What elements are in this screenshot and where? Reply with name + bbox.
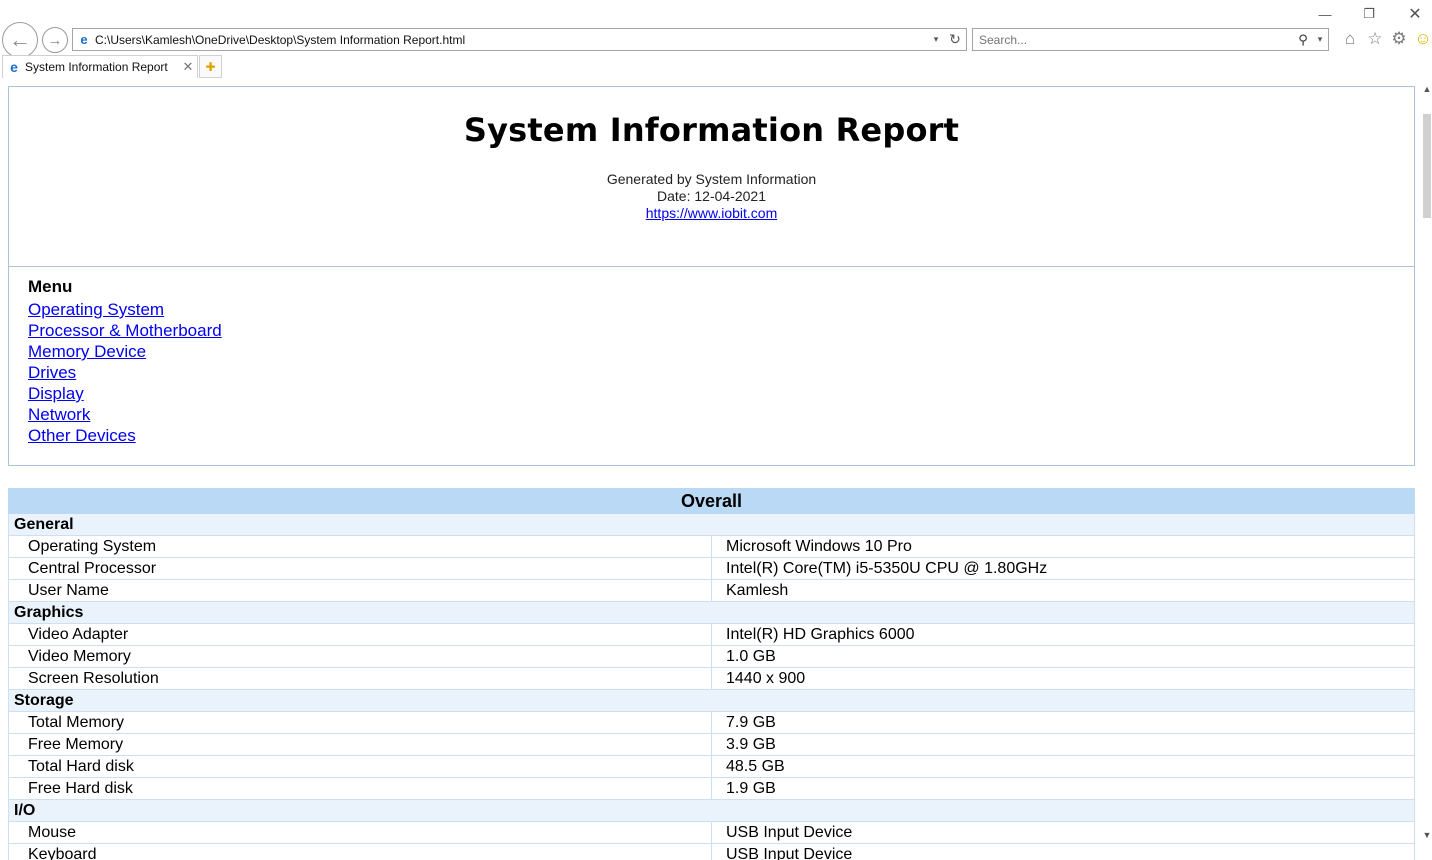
group-name: Storage [8,689,1415,712]
group-name: General [8,513,1415,536]
search-input[interactable] [973,32,1294,47]
group-name: Graphics [8,601,1415,624]
row-value: Kamlesh [711,579,1415,602]
menu-link-display[interactable]: Display [28,383,84,404]
row-value: Intel(R) Core(TM) i5-5350U CPU @ 1.80GHz [711,557,1415,580]
row-value: USB Input Device [711,821,1415,844]
group-row: Graphics [8,601,1415,624]
table-row: Screen Resolution 1440 x 900 [8,667,1415,690]
menu-link-memory-device[interactable]: Memory Device [28,341,146,362]
tab-title: System Information Report [25,60,168,74]
iobit-link[interactable]: https://www.iobit.com [646,205,778,221]
row-value: USB Input Device [711,843,1415,860]
overall-title: Overall [8,488,1415,514]
table-row: Free Memory 3.9 GB [8,733,1415,756]
page-title: System Information Report [463,111,960,149]
menu-link-network[interactable]: Network [28,404,90,425]
overall-header-row: Overall [8,488,1415,514]
row-label: Total Memory [8,711,712,734]
arrow-right-icon: → [47,31,63,49]
browser-chrome: — ❐ ✕ ← → e C:\Users\Kamlesh\OneDrive\De… [0,0,1432,78]
table-row: Central Processor Intel(R) Core(TM) i5-53… [8,557,1415,580]
forward-button[interactable]: → [42,27,68,53]
search-icon[interactable]: ⚲ [1294,32,1312,48]
row-label: Free Hard disk [8,777,712,800]
new-tab-icon: ✚ [205,59,216,74]
refresh-icon[interactable]: ↻ [944,31,966,48]
vertical-scrollbar[interactable]: ▲ ▼ [1422,78,1432,860]
row-value: Microsoft Windows 10 Pro [711,535,1415,558]
arrow-left-icon: ← [9,27,31,52]
table-row: Mouse USB Input Device [8,821,1415,844]
table-row: Total Hard disk 48.5 GB [8,755,1415,778]
row-value: 7.9 GB [711,711,1415,734]
report-header: System Information Report Generated by S… [8,86,1415,267]
menu-link-drives[interactable]: Drives [28,362,76,383]
report-meta: Generated by System Information Date: 12… [9,171,1414,222]
menu-link-other-devices[interactable]: Other Devices [28,425,136,446]
row-value: 1.9 GB [711,777,1415,800]
group-row: Storage [8,689,1415,712]
scroll-down-icon[interactable]: ▼ [1422,830,1432,842]
table-row: User Name Kamlesh [8,579,1415,602]
row-value: 1440 x 900 [711,667,1415,690]
row-value: 3.9 GB [711,733,1415,756]
report-menu: Menu Operating System Processor & Mother… [8,267,1415,466]
row-label: Total Hard disk [8,755,712,778]
tab-close-icon[interactable]: ✕ [179,59,197,75]
search-chevron-down-icon[interactable]: ▾ [1312,34,1328,45]
table-row: Operating System Microsoft Windows 10 Pro [8,535,1415,558]
minimize-button[interactable]: — [1310,4,1340,24]
smiley-feedback-icon[interactable]: ☺ [1412,28,1432,50]
tab-system-information-report[interactable]: e System Information Report ✕ [2,55,198,78]
table-row: Video Memory 1.0 GB [8,645,1415,668]
favorites-star-icon[interactable]: ☆ [1364,28,1386,50]
close-window-button[interactable]: ✕ [1400,4,1430,24]
new-tab-button[interactable]: ✚ [199,55,222,78]
table-row: Free Hard disk 1.9 GB [8,777,1415,800]
scroll-up-icon[interactable]: ▲ [1422,84,1432,96]
gear-icon[interactable]: ⚙ [1388,28,1410,50]
row-label: Screen Resolution [8,667,712,690]
row-label: Video Memory [8,645,712,668]
row-label: Keyboard [8,843,712,860]
report-date: Date: 12-04-2021 [657,188,766,204]
row-label: Operating System [8,535,712,558]
row-value: Intel(R) HD Graphics 6000 [711,623,1415,646]
scroll-thumb[interactable] [1423,114,1431,218]
overall-table: Overall General Operating System Microsof… [8,488,1415,860]
table-row: Keyboard USB Input Device [8,843,1415,860]
group-name: I/O [8,799,1415,822]
row-label: Mouse [8,821,712,844]
generated-by-text: Generated by System Information [606,171,817,187]
table-row: Total Memory 7.9 GB [8,711,1415,734]
ie-tab-icon: e [10,59,18,75]
row-label: Video Adapter [8,623,712,646]
menu-title: Menu [28,277,73,296]
home-icon[interactable]: ⌂ [1339,28,1361,50]
restore-button[interactable]: ❐ [1354,4,1384,24]
row-value: 1.0 GB [711,645,1415,668]
row-label: User Name [8,579,712,602]
search-box[interactable]: ⚲ ▾ [972,28,1329,51]
table-row: Video Adapter Intel(R) HD Graphics 6000 [8,623,1415,646]
address-text[interactable]: C:\Users\Kamlesh\OneDrive\Desktop\System… [95,33,928,47]
group-row: I/O [8,799,1415,822]
address-bar[interactable]: e C:\Users\Kamlesh\OneDrive\Desktop\Syst… [72,28,967,51]
chevron-down-icon[interactable]: ▾ [928,34,944,45]
menu-link-operating-system[interactable]: Operating System [28,299,164,320]
ie-page-icon: e [80,32,88,47]
row-label: Central Processor [8,557,712,580]
page-viewport: System Information Report Generated by S… [0,78,1422,860]
group-row: General [8,513,1415,536]
report-content: System Information Report Generated by S… [8,86,1415,860]
menu-link-processor-motherboard[interactable]: Processor & Motherboard [28,320,222,341]
row-value: 48.5 GB [711,755,1415,778]
back-button[interactable]: ← [2,22,38,58]
row-label: Free Memory [8,733,712,756]
